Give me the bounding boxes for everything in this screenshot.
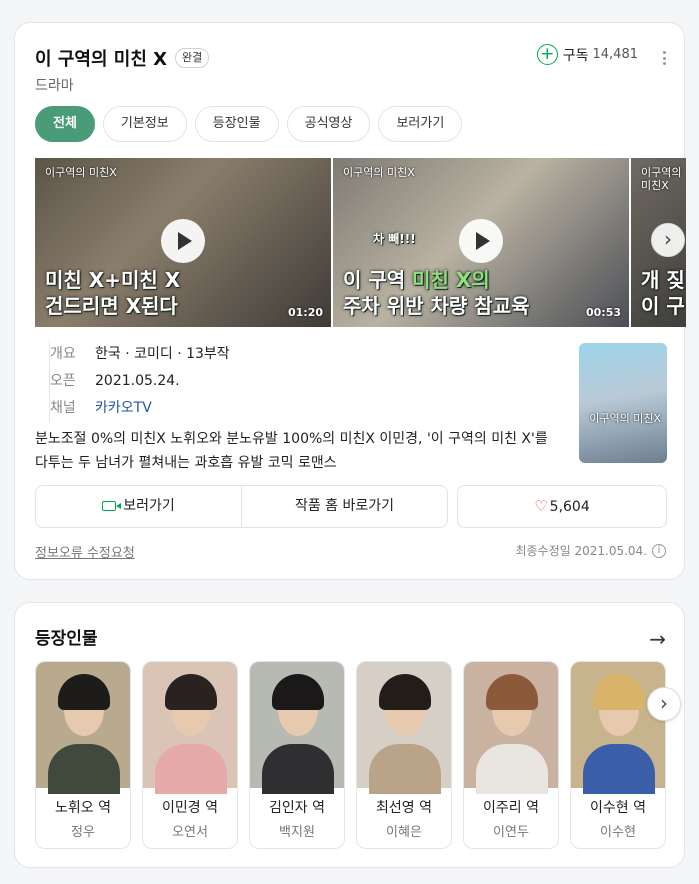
carousel-next-icon[interactable]: ›	[647, 687, 681, 721]
poster-title: 이구역의 미친X	[589, 412, 661, 425]
video-duration: 01:20	[287, 306, 323, 319]
tab-all[interactable]: 전체	[35, 106, 95, 142]
synopsis: 분노조절 0%의 미친X 노휘오와 분노유발 100%의 미친X 이민경, '이…	[35, 431, 548, 471]
cast-actor: 오연서	[172, 825, 208, 840]
tab-watch[interactable]: 보러가기	[378, 106, 463, 142]
video-logo: 이구역의 미친X	[45, 166, 117, 179]
cast-role: 이민경 역	[162, 800, 218, 816]
video-caption-line2: 건드리면 X된다	[45, 294, 178, 318]
cast-card-section: 등장인물 → 노휘오 역 정우 이민경 역 오연서 김인자 역 백지원 최선영 …	[14, 602, 685, 868]
like-button[interactable]: ♡ 5,604	[457, 485, 667, 528]
cast-photo	[36, 662, 130, 794]
cast-actor: 정우	[71, 825, 95, 840]
video-caption-line2: 주차 위반 차량 참교육	[343, 294, 530, 318]
carousel-next-icon[interactable]: ›	[651, 223, 685, 257]
cast-role: 김인자 역	[269, 800, 325, 816]
cast-carousel: 노휘오 역 정우 이민경 역 오연서 김인자 역 백지원 최선영 역 이혜은 이…	[35, 661, 667, 851]
video-duration: 00:53	[585, 306, 621, 319]
tab-official-video[interactable]: 공식영상	[286, 106, 371, 142]
cast-photo	[250, 662, 344, 794]
info-icon[interactable]: i	[652, 543, 666, 558]
cast-member[interactable]: 이수현 역 이수현	[570, 661, 666, 849]
report-error-link[interactable]: 정보오류 수정요청	[35, 542, 135, 561]
subscribe-button[interactable]: + 구독 14,481	[536, 44, 639, 65]
cast-actor: 이연두	[493, 825, 529, 840]
cast-role: 노휘오 역	[55, 800, 111, 816]
tab-bar: 전체 기본정보 등장인물 공식영상 보러가기	[35, 106, 463, 142]
info-key: 오픈	[49, 368, 95, 395]
watch-button[interactable]: 보러가기	[36, 486, 241, 527]
video-logo: 이구역의 미친X	[343, 166, 415, 179]
program-info-card: 이 구역의 미친 X 완결 드라마 + 구독 14,481 전체 기본정보 등장…	[14, 22, 686, 580]
cast-photo	[143, 662, 237, 794]
info-table: 개요 한국 · 코미디 · 13부작 오픈 2021.05.24. 채널 카카오…	[49, 341, 230, 422]
cast-actor: 이혜은	[386, 825, 422, 840]
subscribe-count: 14,481	[592, 47, 639, 62]
cast-role: 이주리 역	[483, 800, 539, 816]
video-caption-line1: 개 짖	[641, 268, 685, 292]
cast-member[interactable]: 최선영 역 이혜은	[356, 661, 452, 849]
play-icon[interactable]	[161, 219, 205, 263]
info-row-open-date: 오픈 2021.05.24.	[49, 368, 230, 395]
info-key: 채널	[49, 395, 95, 422]
video-caption-line2: 이 구	[641, 294, 685, 318]
video-camera-icon	[102, 501, 122, 511]
video-carousel: 이구역의 미친X 미친 X+미친 X 건드리면 X된다 01:20 이구역의 미…	[35, 158, 686, 327]
video-thumbnail[interactable]: 이구역의 미친X 미친 X+미친 X 건드리면 X된다 01:20	[35, 158, 331, 327]
video-sticker: 차 빼!!!	[373, 232, 416, 246]
info-row-overview: 개요 한국 · 코미디 · 13부작	[49, 341, 230, 368]
like-count: 5,604	[549, 499, 590, 515]
cast-photo	[357, 662, 451, 794]
status-badge: 완결	[175, 48, 210, 68]
program-title[interactable]: 이 구역의 미친 X	[35, 45, 167, 71]
poster-image[interactable]: 이구역의 미친X	[579, 343, 667, 463]
channel-link[interactable]: 카카오TV	[95, 395, 152, 422]
arrow-right-icon[interactable]: →	[649, 627, 666, 651]
heart-icon: ♡	[534, 497, 548, 515]
cast-photo	[464, 662, 558, 794]
cast-member[interactable]: 노휘오 역 정우	[35, 661, 131, 849]
tab-cast[interactable]: 등장인물	[194, 106, 279, 142]
info-value: 한국 · 코미디 · 13부작	[95, 346, 230, 362]
video-caption-line1: 이 구역 미친 X의	[343, 268, 490, 292]
cast-role: 최선영 역	[376, 800, 432, 816]
action-button-group: 보러가기 작품 홈 바로가기	[35, 485, 448, 528]
tab-basic-info[interactable]: 기본정보	[102, 106, 187, 142]
subscribe-label: 구독	[562, 47, 589, 64]
video-caption-line1: 미친 X+미친 X	[45, 268, 181, 292]
info-key: 개요	[49, 341, 95, 368]
video-thumbnail[interactable]: 이구역의 미친X 차 빼!!! 이 구역 미친 X의 주차 위반 차량 참교육 …	[333, 158, 629, 327]
more-options-icon[interactable]	[663, 51, 667, 65]
video-logo: 이구역의 미친X	[641, 166, 682, 192]
cast-photo	[571, 662, 665, 794]
last-updated: 최종수정일 2021.05.04. i	[515, 542, 666, 559]
genre-label: 드라마	[35, 78, 74, 94]
program-home-button[interactable]: 작품 홈 바로가기	[241, 486, 447, 527]
plus-icon: +	[536, 44, 558, 65]
info-row-channel: 채널 카카오TV	[49, 395, 230, 422]
info-value: 2021.05.24.	[95, 373, 180, 389]
cast-role: 이수현 역	[590, 800, 646, 816]
cast-member[interactable]: 이주리 역 이연두	[463, 661, 559, 849]
cast-actor: 이수현	[600, 825, 636, 840]
cast-member[interactable]: 김인자 역 백지원	[249, 661, 345, 849]
title-row: 이 구역의 미친 X 완결	[35, 45, 210, 71]
cast-actor: 백지원	[279, 825, 315, 840]
section-title: 등장인물	[35, 629, 98, 649]
cast-member[interactable]: 이민경 역 오연서	[142, 661, 238, 849]
play-icon[interactable]	[459, 219, 503, 263]
